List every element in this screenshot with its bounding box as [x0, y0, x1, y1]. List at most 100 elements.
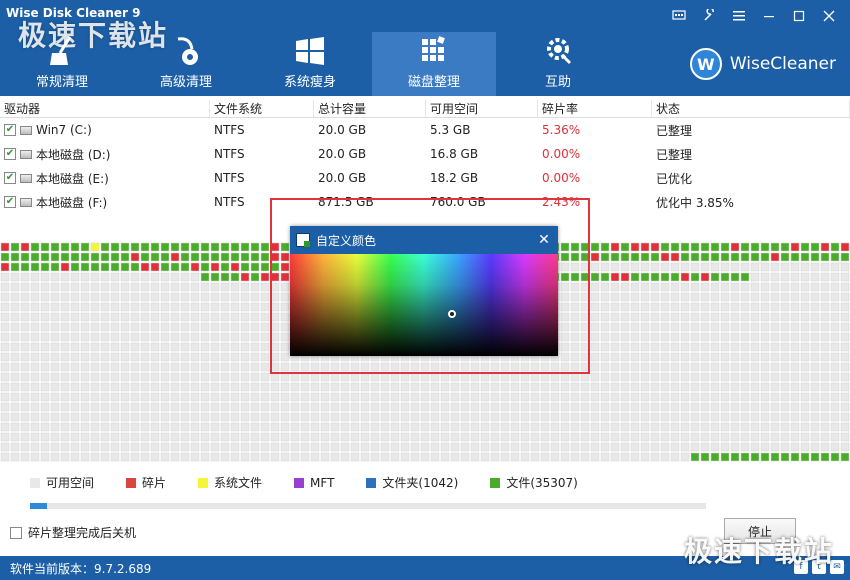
cluster-block	[830, 292, 840, 302]
minimize-icon[interactable]	[754, 4, 784, 28]
cluster-block	[180, 392, 190, 402]
watermark-bottom: 极速下载站	[683, 535, 834, 568]
cluster-block	[100, 402, 110, 412]
cluster-block	[230, 252, 240, 262]
cluster-block	[210, 312, 220, 322]
cluster-block	[670, 402, 680, 412]
settings-icon[interactable]	[694, 4, 724, 28]
cluster-block	[790, 352, 800, 362]
cluster-block	[780, 322, 790, 332]
nav-item-common-clean[interactable]: 常规清理	[0, 32, 124, 96]
cluster-block	[670, 442, 680, 452]
cluster-block	[730, 452, 740, 462]
cluster-block	[190, 272, 200, 282]
cluster-block	[0, 352, 10, 362]
cluster-block	[820, 352, 830, 362]
cluster-block	[130, 282, 140, 292]
cluster-block	[30, 322, 40, 332]
cluster-block	[520, 382, 530, 392]
close-icon[interactable]	[814, 4, 844, 28]
color-picker-handle[interactable]	[448, 310, 456, 318]
cluster-block	[40, 372, 50, 382]
cluster-block	[220, 242, 230, 252]
cluster-block	[610, 282, 620, 292]
cluster-block	[710, 442, 720, 452]
feedback-icon[interactable]	[664, 4, 694, 28]
dialog-close-icon[interactable]: ✕	[530, 232, 558, 248]
cluster-block	[480, 442, 490, 452]
drive-checkbox[interactable]: ✔	[4, 172, 16, 184]
cluster-block	[490, 392, 500, 402]
cluster-block	[330, 432, 340, 442]
cluster-block	[680, 432, 690, 442]
cluster-block	[240, 392, 250, 402]
cluster-block	[430, 372, 440, 382]
cluster-block	[170, 252, 180, 262]
drive-checkbox[interactable]: ✔	[4, 196, 16, 208]
nav-item-help[interactable]: 互助	[496, 32, 620, 96]
cluster-block	[820, 252, 830, 262]
column-header-fs[interactable]: 文件系统	[210, 100, 314, 117]
cluster-block	[670, 302, 680, 312]
cluster-block	[810, 402, 820, 412]
nav-item-disk-defrag[interactable]: 磁盘整理	[372, 32, 496, 96]
cluster-block	[530, 392, 540, 402]
column-header-free[interactable]: 可用空间	[426, 100, 538, 117]
cluster-block	[380, 372, 390, 382]
cluster-block	[170, 312, 180, 322]
cluster-block	[690, 412, 700, 422]
cluster-block	[40, 342, 50, 352]
cluster-block	[250, 272, 260, 282]
cluster-block	[260, 282, 270, 292]
drive-checkbox[interactable]: ✔	[4, 124, 16, 136]
cluster-block	[600, 402, 610, 412]
cluster-block	[820, 362, 830, 372]
cluster-block	[500, 432, 510, 442]
cluster-block	[840, 302, 850, 312]
cluster-block	[740, 422, 750, 432]
cluster-block	[780, 252, 790, 262]
cluster-block	[260, 272, 270, 282]
column-header-status[interactable]: 状态	[652, 100, 850, 117]
cluster-block	[760, 322, 770, 332]
cluster-block	[80, 282, 90, 292]
cluster-block	[20, 442, 30, 452]
cluster-block	[810, 332, 820, 342]
maximize-icon[interactable]	[784, 4, 814, 28]
legend-label: 可用空间	[46, 476, 95, 490]
cluster-block	[590, 342, 600, 352]
column-header-drive[interactable]: 驱动器	[0, 100, 210, 117]
cluster-block	[170, 402, 180, 412]
table-row[interactable]: ✔ 本地磁盘 (E:) NTFS 20.0 GB 18.2 GB 0.00% 已优…	[0, 166, 850, 190]
shutdown-checkbox[interactable]	[10, 526, 22, 539]
cluster-block	[410, 422, 420, 432]
color-spectrum[interactable]	[290, 254, 558, 356]
cluster-block	[280, 412, 290, 422]
table-row[interactable]: ✔ 本地磁盘 (D:) NTFS 20.0 GB 16.8 GB 0.00% 已整…	[0, 142, 850, 166]
cluster-block	[760, 432, 770, 442]
shutdown-option[interactable]: 碎片整理完成后关机	[10, 524, 136, 541]
column-header-frag[interactable]: 碎片率	[538, 100, 652, 117]
cluster-block	[320, 422, 330, 432]
cluster-block	[50, 272, 60, 282]
table-row[interactable]: ✔ Win7 (C:) NTFS 20.0 GB 5.3 GB 5.36% 已整理	[0, 118, 850, 142]
cluster-block	[170, 242, 180, 252]
nav-item-advanced-clean[interactable]: 高级清理	[124, 32, 248, 96]
cluster-block	[280, 372, 290, 382]
cluster-block	[690, 312, 700, 322]
cluster-block	[370, 412, 380, 422]
drive-checkbox[interactable]: ✔	[4, 148, 16, 160]
cluster-block	[570, 412, 580, 422]
brand[interactable]: W WiseCleaner	[689, 48, 836, 80]
cluster-block	[30, 382, 40, 392]
nav-item-system-slim[interactable]: 系统瘦身	[248, 32, 372, 96]
cluster-block	[770, 392, 780, 402]
cluster-block	[830, 352, 840, 362]
column-header-total[interactable]: 总计容量	[314, 100, 426, 117]
cluster-block	[820, 262, 830, 272]
cluster-block	[400, 452, 410, 462]
cluster-block	[750, 432, 760, 442]
cluster-block	[670, 292, 680, 302]
menu-icon[interactable]	[724, 4, 754, 28]
cluster-block	[590, 272, 600, 282]
